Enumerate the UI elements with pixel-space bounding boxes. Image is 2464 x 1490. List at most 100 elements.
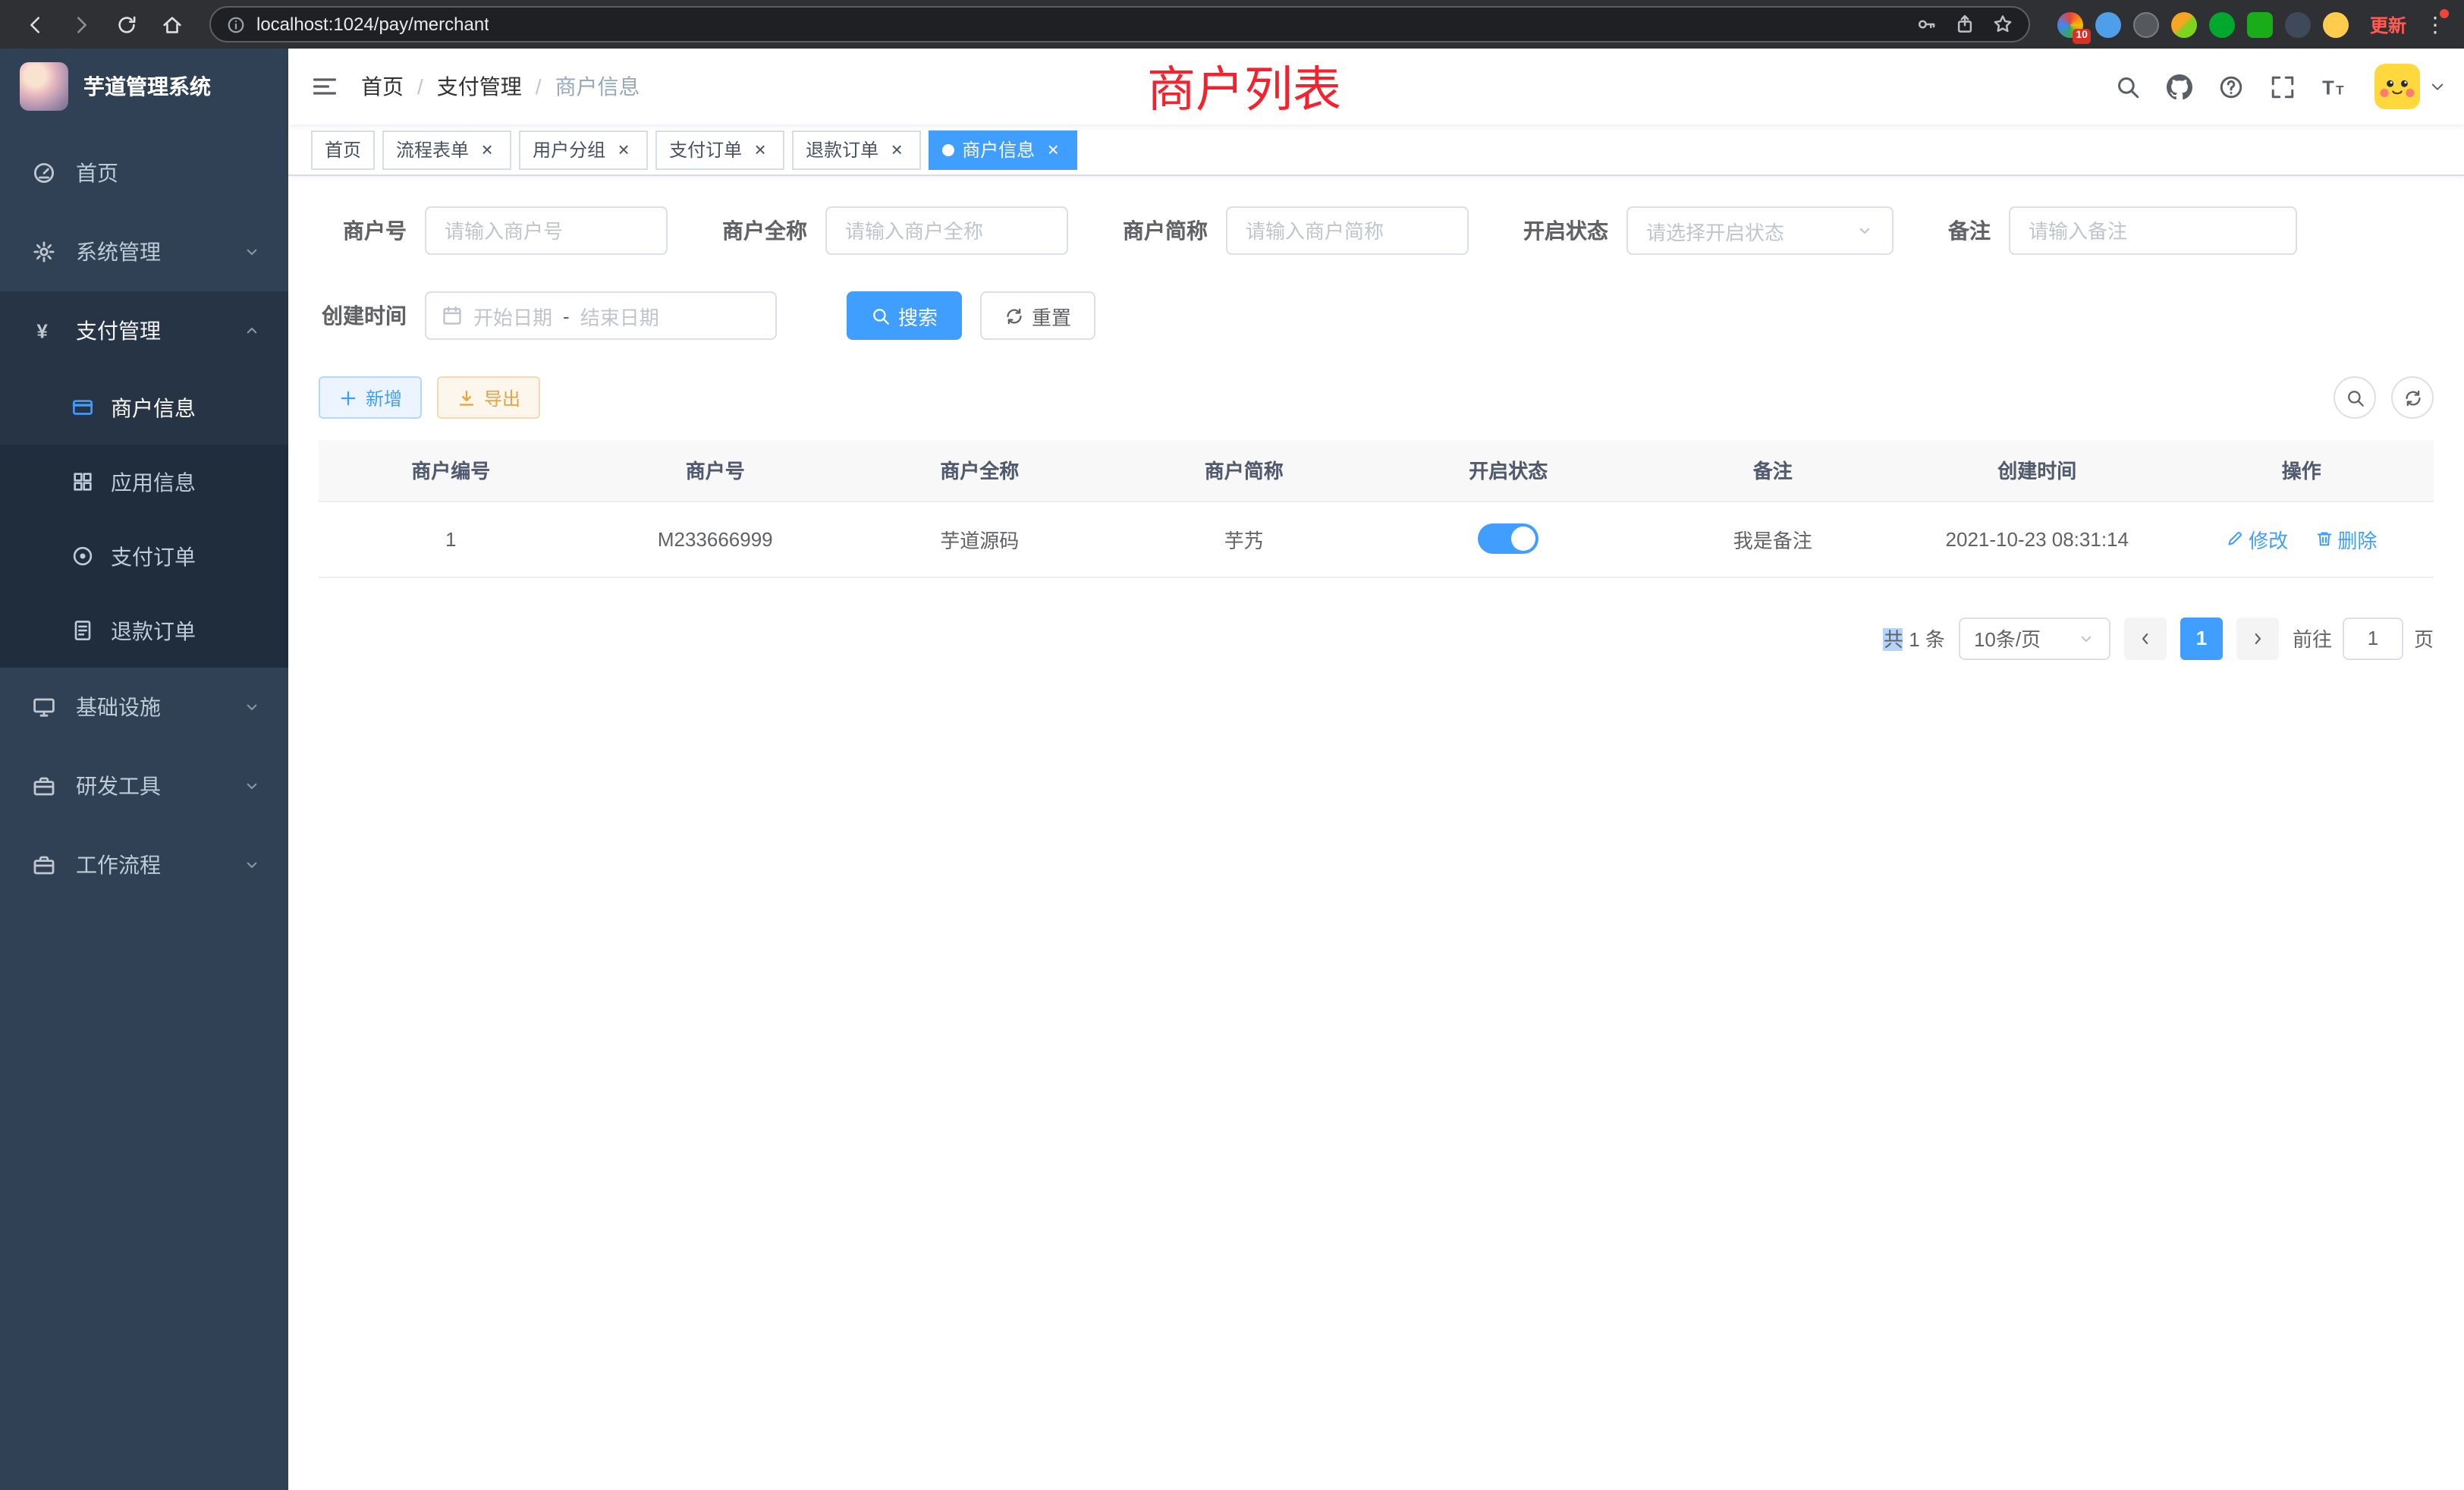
- date-end-placeholder: 结束日期: [580, 301, 659, 330]
- password-key-icon[interactable]: [1916, 14, 1938, 35]
- extension-icon-5[interactable]: [2209, 11, 2235, 37]
- table-header-row: 商户编号 商户号 商户全称 商户简称 开启状态 备注 创建时间 操作: [319, 440, 2434, 501]
- tab-close-icon[interactable]: ×: [1042, 139, 1064, 160]
- next-page-button[interactable]: [2236, 617, 2279, 659]
- browser-forward-icon[interactable]: [61, 5, 100, 44]
- sidebar-logo[interactable]: 芋道管理系统: [0, 49, 288, 124]
- cell-remark: 我是备注: [1641, 501, 1906, 577]
- tab-home[interactable]: 首页: [311, 130, 375, 169]
- tab-user-group[interactable]: 用户分组 ×: [519, 130, 648, 169]
- calendar-icon: [442, 305, 463, 326]
- sidebar-item-app-info[interactable]: 应用信息: [0, 445, 288, 519]
- chevron-left-icon: [2136, 629, 2154, 647]
- reset-button[interactable]: 重置: [980, 291, 1095, 340]
- extension-icon-2[interactable]: [2095, 11, 2121, 37]
- sidebar-item-pay-order[interactable]: 支付订单: [0, 519, 288, 593]
- breadcrumb-home[interactable]: 首页: [361, 71, 404, 102]
- tab-close-icon[interactable]: ×: [886, 139, 907, 160]
- sidebar-item-refund-order[interactable]: 退款订单: [0, 593, 288, 668]
- tab-close-icon[interactable]: ×: [476, 139, 498, 160]
- tab-refund-order[interactable]: 退款订单 ×: [792, 130, 921, 169]
- font-size-icon[interactable]: [2308, 49, 2359, 124]
- select-placeholder: 请选择开启状态: [1646, 216, 1784, 245]
- tab-close-icon[interactable]: ×: [613, 139, 634, 160]
- prev-page-button[interactable]: [2124, 617, 2167, 659]
- tab-pay-order[interactable]: 支付订单 ×: [655, 130, 784, 169]
- tab-label: 商户信息: [962, 137, 1035, 162]
- sidebar-item-infra[interactable]: 基础设施: [0, 668, 288, 747]
- address-bar[interactable]: localhost:1024/pay/merchant: [209, 6, 2030, 42]
- tab-process-form[interactable]: 流程表单 ×: [382, 130, 511, 169]
- search-icon: [2345, 388, 2365, 407]
- fullscreen-icon[interactable]: [2256, 49, 2308, 124]
- sidebar-item-devtools[interactable]: 研发工具: [0, 747, 288, 825]
- sidebar: 芋道管理系统 首页 系统管理 支付管理: [0, 49, 288, 1490]
- annotation-merchant-list: 商户列表: [1147, 52, 1341, 121]
- help-icon[interactable]: [2205, 49, 2256, 124]
- payment-submenu: 商户信息 应用信息 支付订单 退款订单: [0, 370, 288, 668]
- share-icon[interactable]: [1954, 14, 1975, 35]
- sidebar-item-workflow[interactable]: 工作流程: [0, 825, 288, 904]
- chevron-down-icon: [243, 698, 261, 716]
- bookmark-star-icon[interactable]: [1992, 14, 2013, 35]
- extension-icon-3[interactable]: [2133, 11, 2159, 37]
- short-name-input[interactable]: [1226, 206, 1469, 255]
- tab-merchant-info[interactable]: 商户信息 ×: [929, 130, 1077, 169]
- sidebar-item-home[interactable]: 首页: [0, 134, 288, 212]
- remark-input[interactable]: [2009, 206, 2297, 255]
- sidebar-item-system[interactable]: 系统管理: [0, 212, 288, 291]
- browser-home-icon[interactable]: [152, 5, 191, 44]
- sidebar-item-payment[interactable]: 支付管理: [0, 291, 288, 370]
- github-icon[interactable]: [2153, 49, 2205, 124]
- extension-icon-8[interactable]: [2323, 11, 2349, 37]
- refresh-table-button[interactable]: [2391, 376, 2434, 419]
- logo-avatar: [20, 62, 68, 111]
- extension-icon-4[interactable]: [2171, 11, 2197, 37]
- grid-icon: [70, 470, 96, 493]
- site-info-icon[interactable]: [226, 14, 246, 34]
- filter-row-1: 商户号 商户全称 商户简称 开启状态 请选择开启状态: [319, 206, 2434, 255]
- browser-back-icon[interactable]: [15, 5, 55, 44]
- card-icon: [70, 396, 96, 419]
- toggle-search-button[interactable]: [2334, 376, 2376, 419]
- goto-page: 前往 页: [2293, 617, 2434, 659]
- page-size-select[interactable]: 10条/页: [1959, 617, 2110, 659]
- edit-button[interactable]: 修改: [2226, 524, 2288, 553]
- hamburger-icon[interactable]: [288, 49, 361, 124]
- chevron-right-icon: [2249, 629, 2267, 647]
- col-actions: 操作: [2170, 440, 2434, 501]
- status-toggle[interactable]: [1478, 523, 1538, 554]
- page-1-button[interactable]: 1: [2180, 617, 2223, 659]
- merchant-no-input[interactable]: [425, 206, 668, 255]
- add-button[interactable]: 新增: [319, 376, 422, 419]
- full-name-input[interactable]: [825, 206, 1068, 255]
- status-select[interactable]: 请选择开启状态: [1626, 206, 1894, 255]
- browser-update-button[interactable]: 更新: [2370, 11, 2406, 37]
- extension-icon-1[interactable]: 10: [2057, 11, 2083, 37]
- sidebar-menu: 首页 系统管理 支付管理 商户信息: [0, 124, 288, 1490]
- search-button[interactable]: 搜索: [847, 291, 962, 340]
- delete-button[interactable]: 删除: [2315, 524, 2377, 553]
- tab-label: 流程表单: [396, 137, 469, 162]
- user-avatar-menu[interactable]: [2374, 49, 2446, 124]
- extension-icon-7[interactable]: [2285, 11, 2311, 37]
- extension-icon-6[interactable]: [2247, 11, 2273, 37]
- header-search-icon[interactable]: [2101, 49, 2153, 124]
- gear-icon: [30, 240, 58, 264]
- url-text[interactable]: localhost:1024/pay/merchant: [256, 14, 489, 35]
- browser-reload-icon[interactable]: [106, 5, 146, 44]
- tab-close-icon[interactable]: ×: [750, 139, 771, 160]
- col-merchant-id: 商户编号: [319, 440, 583, 501]
- sidebar-item-label: 工作流程: [76, 850, 161, 880]
- cell-actions: 修改 删除: [2170, 501, 2434, 577]
- breadcrumb-payment[interactable]: 支付管理: [437, 71, 522, 102]
- sidebar-item-label: 研发工具: [76, 771, 161, 801]
- goto-page-input[interactable]: [2343, 617, 2403, 659]
- filter-create-time: 创建时间 开始日期 - 结束日期: [319, 291, 777, 340]
- browser-menu-icon[interactable]: ⋮: [2422, 14, 2449, 35]
- date-range-picker[interactable]: 开始日期 - 结束日期: [425, 291, 777, 340]
- col-full-name: 商户全称: [847, 440, 1112, 501]
- sidebar-item-merchant-info[interactable]: 商户信息: [0, 370, 288, 445]
- export-button[interactable]: 导出: [437, 376, 540, 419]
- edit-pencil-icon: [2226, 530, 2244, 548]
